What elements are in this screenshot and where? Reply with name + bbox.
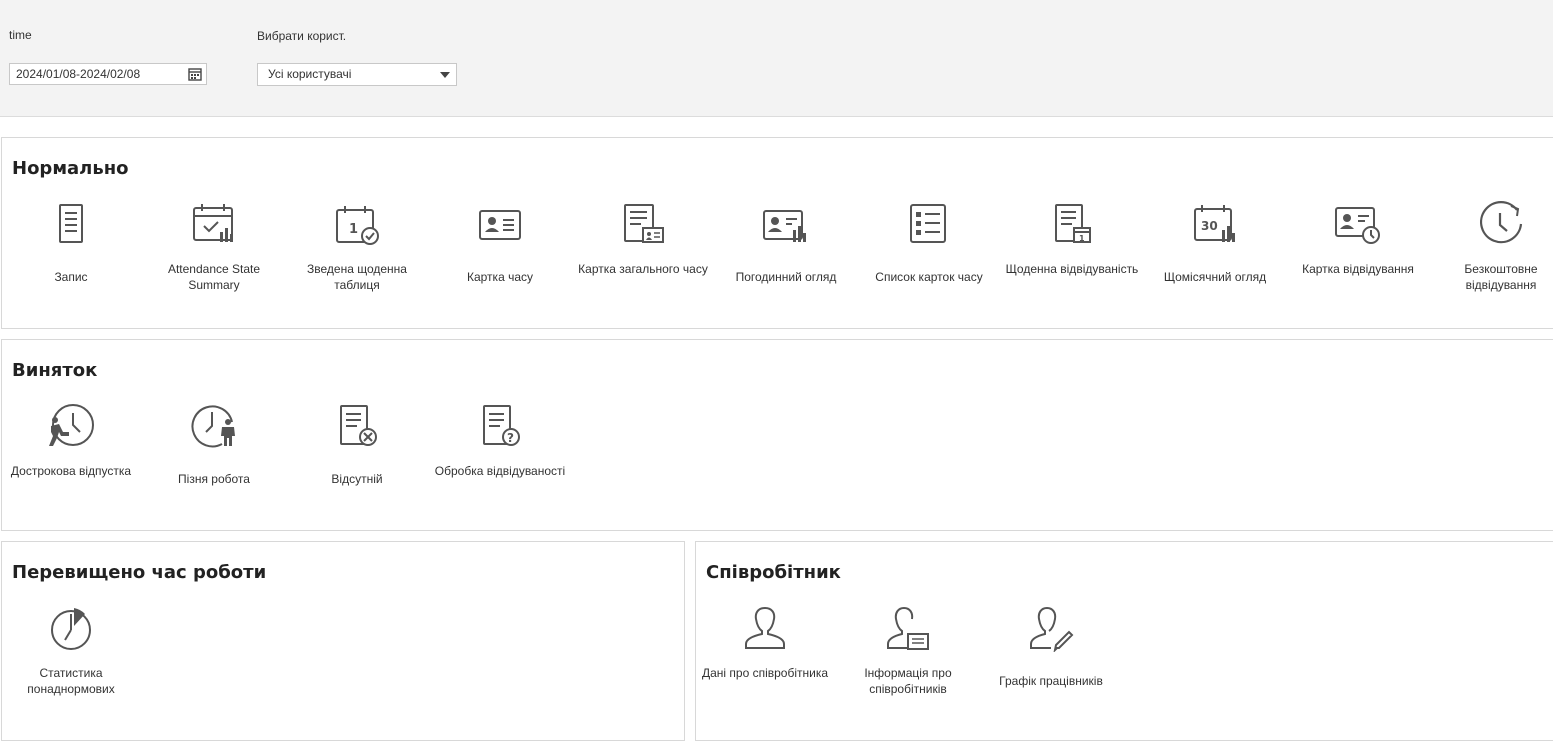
- tile-label: Зведена щоденна таблиця: [307, 262, 407, 292]
- tile-label: Інформація про співробітників: [864, 666, 952, 696]
- report-tile-employee-data[interactable]: Дані про співробітника: [694, 604, 836, 704]
- tile-label: Дострокова відпустка: [10, 464, 132, 478]
- calendar-one-check-icon: 1: [336, 206, 379, 245]
- tile-label: Відсутній: [331, 472, 383, 486]
- report-tile-daily-summary[interactable]: 1 Зведена щоденна таблиця: [286, 200, 428, 300]
- report-tile-attendance-state-summary[interactable]: Attendance State Summary: [143, 200, 285, 300]
- report-tile-attendance-processing[interactable]: ? Обробка відвідуваності: [429, 402, 571, 502]
- report-tile-record[interactable]: Запис: [0, 200, 142, 300]
- report-tile-attendance-card[interactable]: Картка відвідування: [1287, 200, 1429, 300]
- report-tile-free-attendance[interactable]: Безкоштовне відвідування: [1430, 200, 1553, 300]
- calendar-icon[interactable]: [188, 67, 202, 81]
- chevron-down-icon: [440, 72, 450, 78]
- section-title-overtime: Перевищено час роботи: [12, 562, 267, 583]
- tile-label: Запис: [54, 270, 88, 284]
- user-select-value: Усі користувачі: [268, 67, 352, 81]
- calendar-thirty-chart-icon: 30: [1194, 205, 1235, 242]
- clock-person-icon: [191, 405, 235, 448]
- report-tile-overtime-statistics[interactable]: Статистика понаднормових: [0, 604, 142, 704]
- tile-label: Картка часу: [466, 270, 534, 284]
- user-card-icon: [887, 607, 929, 650]
- section-title-exception: Виняток: [12, 360, 98, 381]
- svg-text:1: 1: [1079, 234, 1085, 243]
- report-tile-time-card-list[interactable]: Список карток часу: [858, 200, 1000, 300]
- user-select-label: Вибрати корист.: [257, 29, 347, 43]
- document-id-card-icon: [624, 204, 664, 243]
- tile-label: Пізня робота: [178, 472, 250, 486]
- tile-label: Щоденна відвідуваність: [1005, 262, 1139, 276]
- report-tile-late-work[interactable]: Пізня робота: [143, 402, 285, 502]
- report-tile-employee-schedule[interactable]: Графік працівників: [980, 604, 1122, 704]
- report-tile-employee-info[interactable]: Інформація про співробітників: [837, 604, 979, 704]
- tile-label: Погодинний огляд: [735, 270, 837, 284]
- time-label: time: [9, 28, 32, 42]
- tile-label: Щомісячний огляд: [1163, 270, 1267, 284]
- user-icon: [745, 606, 785, 649]
- tile-label: Безкоштовне відвідування: [1464, 262, 1538, 292]
- section-title-employee: Співробітник: [706, 562, 841, 583]
- report-tile-absent[interactable]: Відсутній: [286, 402, 428, 502]
- tile-label: Дані про співробітника: [701, 666, 829, 680]
- user-select[interactable]: Усі користувачі: [257, 63, 457, 86]
- checklist-icon: [910, 204, 946, 243]
- report-tile-monthly-overview[interactable]: 30 Щомісячний огляд: [1144, 200, 1286, 300]
- document-x-icon: [340, 405, 377, 446]
- report-tile-early-leave[interactable]: Дострокова відпустка: [0, 402, 142, 502]
- document-calendar-icon: 1: [1055, 204, 1091, 243]
- id-card-chart-icon: [763, 210, 806, 242]
- tile-label: Статистика понаднормових: [27, 666, 115, 696]
- id-card-clock-icon: [1335, 207, 1380, 244]
- filter-bar: time 2024/01/08-2024/02/08 Вибрати корис…: [0, 0, 1553, 117]
- calendar-day-number: 30: [1201, 219, 1218, 233]
- tile-label: Список карток часу: [875, 270, 983, 284]
- svg-text:1: 1: [349, 222, 358, 237]
- date-range-value: 2024/01/08-2024/02/08: [16, 67, 141, 81]
- section-title-normal: Нормально: [12, 158, 129, 179]
- pie-clock-icon: [51, 608, 91, 650]
- tile-label: Обробка відвідуваності: [434, 464, 566, 478]
- tile-label: Картка відвідування: [1302, 262, 1414, 276]
- tile-label: Картка загального часу: [578, 262, 708, 276]
- report-tile-time-card[interactable]: Картка часу: [429, 200, 571, 300]
- user-pen-icon: [1030, 607, 1074, 652]
- clock-running-person-icon: [49, 404, 94, 446]
- document-question-icon: ?: [483, 405, 520, 446]
- document-list-icon: [59, 204, 83, 243]
- report-tile-hourly-overview[interactable]: Погодинний огляд: [715, 200, 857, 300]
- svg-text:?: ?: [507, 431, 514, 445]
- report-tile-daily-attendance[interactable]: 1 Щоденна відвідуваність: [1001, 200, 1143, 300]
- tile-label: Графік працівників: [999, 674, 1103, 688]
- clock-arrow-icon: [1480, 201, 1523, 244]
- date-range-input[interactable]: 2024/01/08-2024/02/08: [9, 63, 207, 85]
- tile-label: Attendance State Summary: [167, 262, 261, 292]
- calendar-check-chart-icon: [193, 204, 233, 242]
- report-tile-total-time-card[interactable]: Картка загального часу: [572, 200, 714, 300]
- id-card-icon: [479, 210, 521, 240]
